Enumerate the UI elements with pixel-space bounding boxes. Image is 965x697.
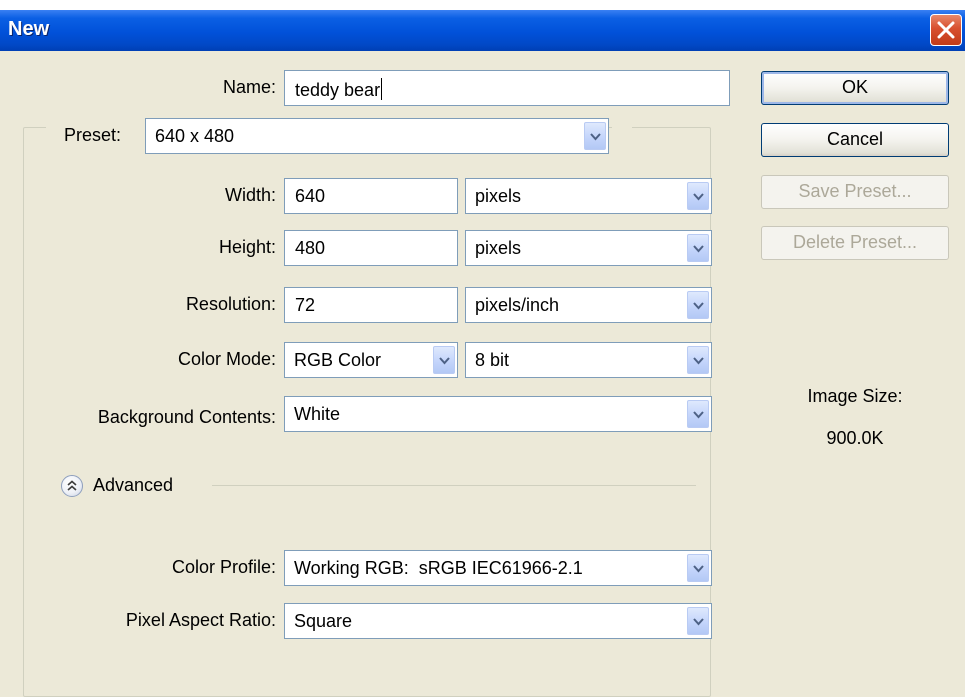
preset-dropdown-button[interactable] <box>584 122 606 150</box>
resolution-unit-dropdown-button[interactable] <box>687 291 709 319</box>
chevron-down-icon <box>693 193 704 201</box>
width-value: 640 <box>295 186 326 206</box>
height-input[interactable]: 480 <box>284 230 458 266</box>
save-preset-button[interactable]: Save Preset... <box>761 175 949 209</box>
preset-value: 640 x 480 <box>155 126 235 146</box>
color-mode-label: Color Mode: <box>177 349 276 369</box>
chevron-down-icon <box>693 302 704 310</box>
legend-right-cover <box>612 121 632 135</box>
chevron-down-icon <box>693 245 704 253</box>
delete-preset-button[interactable]: Delete Preset... <box>761 226 949 260</box>
resolution-input[interactable]: 72 <box>284 287 458 323</box>
double-chevron-up-icon <box>67 480 77 491</box>
height-value: 480 <box>295 238 326 258</box>
chevron-down-icon <box>693 565 704 573</box>
name-label: Name: <box>222 77 276 97</box>
background-contents-label: Background Contents: <box>97 407 276 427</box>
preset-label: Preset: <box>64 125 122 145</box>
close-button[interactable] <box>930 14 962 46</box>
resolution-label: Resolution: <box>185 294 276 314</box>
color-profile-label: Color Profile: <box>171 557 276 577</box>
width-input[interactable]: 640 <box>284 178 458 214</box>
pixel-aspect-dropdown-button[interactable] <box>687 607 709 635</box>
width-unit-select[interactable]: pixels <box>465 178 712 214</box>
name-input[interactable]: teddy bear <box>284 70 730 106</box>
advanced-label[interactable]: Advanced <box>93 475 173 496</box>
close-icon <box>937 21 955 39</box>
dialog-body: Name: teddy bear Preset: 640 x 480 Width… <box>0 51 965 697</box>
width-unit-dropdown-button[interactable] <box>687 182 709 210</box>
advanced-divider <box>212 485 696 486</box>
background-contents-select[interactable]: White <box>284 396 712 432</box>
image-size-value: 900.0K <box>826 428 884 448</box>
pixel-aspect-value: Square <box>294 611 353 631</box>
pixel-aspect-select[interactable]: Square <box>284 603 712 639</box>
screen-top-strip <box>0 0 965 10</box>
bit-depth-value: 8 bit <box>475 350 510 370</box>
title-bar[interactable]: New <box>0 10 965 51</box>
chevron-down-icon <box>693 357 704 365</box>
width-label: Width: <box>224 185 276 205</box>
background-dropdown-button[interactable] <box>687 400 709 428</box>
resolution-value: 72 <box>295 295 316 315</box>
bit-depth-select[interactable]: 8 bit <box>465 342 712 378</box>
chevron-down-icon <box>439 357 450 365</box>
name-value: teddy bear <box>295 80 381 100</box>
height-unit-select[interactable]: pixels <box>465 230 712 266</box>
color-mode-dropdown-button[interactable] <box>433 346 455 374</box>
chevron-down-icon <box>693 618 704 626</box>
color-profile-dropdown-button[interactable] <box>687 554 709 582</box>
image-size-label: Image Size: <box>807 386 903 406</box>
resolution-unit-value: pixels/inch <box>475 295 560 315</box>
color-mode-select[interactable]: RGB Color <box>284 342 458 378</box>
text-caret <box>381 78 383 100</box>
chevron-down-icon <box>590 133 601 141</box>
advanced-toggle-button[interactable] <box>61 475 83 497</box>
window-title: New <box>8 18 50 40</box>
background-contents-value: White <box>294 404 341 424</box>
color-profile-value: Working RGB: sRGB IEC61966-2.1 <box>294 558 583 578</box>
color-mode-value: RGB Color <box>294 350 382 370</box>
height-unit-value: pixels <box>475 238 522 258</box>
bit-depth-dropdown-button[interactable] <box>687 346 709 374</box>
pixel-aspect-label: Pixel Aspect Ratio: <box>125 610 276 630</box>
resolution-unit-select[interactable]: pixels/inch <box>465 287 712 323</box>
height-unit-dropdown-button[interactable] <box>687 234 709 262</box>
ok-button[interactable]: OK <box>761 71 949 105</box>
color-profile-select[interactable]: Working RGB: sRGB IEC61966-2.1 <box>284 550 712 586</box>
preset-select[interactable]: 640 x 480 <box>145 118 609 154</box>
width-unit-value: pixels <box>475 186 522 206</box>
cancel-button[interactable]: Cancel <box>761 123 949 157</box>
chevron-down-icon <box>693 411 704 419</box>
height-label: Height: <box>218 237 276 257</box>
